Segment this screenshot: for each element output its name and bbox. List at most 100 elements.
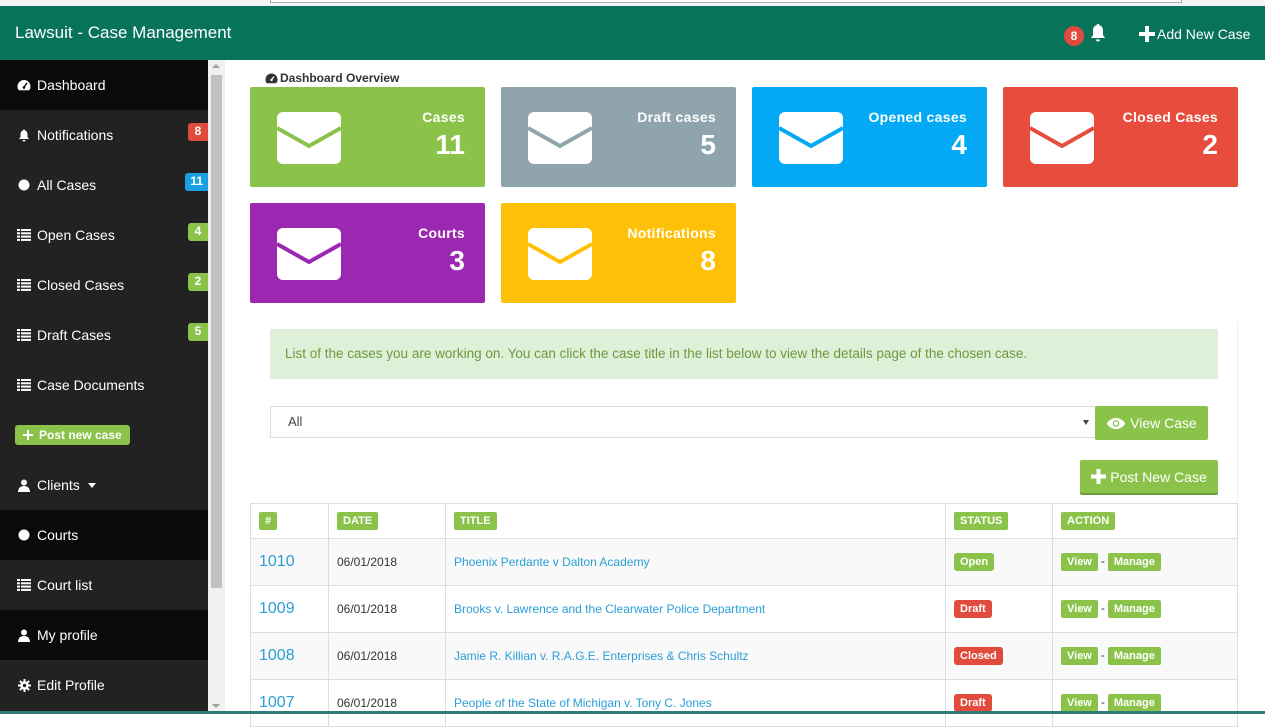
sidebar-item-edit-profile[interactable]: Edit Profile <box>0 660 208 710</box>
sidebar-item-label: Dashboard <box>37 77 106 93</box>
notifications-count-badge: 8 <box>188 123 208 141</box>
sidebar-item-clients[interactable]: Clients <box>0 460 208 510</box>
sidebar-item-label: Court list <box>37 577 93 593</box>
stat-card-value: 8 <box>700 245 716 276</box>
sidebar-scrollbar[interactable] <box>208 60 225 714</box>
case-date: 06/01/2018 <box>337 555 398 569</box>
sidebar-item-label: Draft Cases <box>37 327 111 343</box>
scroll-down-arrow-icon[interactable] <box>212 704 220 708</box>
case-id-link[interactable]: 1010 <box>259 553 295 570</box>
user-icon <box>17 478 31 492</box>
case-title-link[interactable]: People of the State of Michigan v. Tony … <box>454 696 712 710</box>
view-case-button[interactable]: View Case <box>1095 406 1208 440</box>
stat-card-value: 5 <box>700 129 716 160</box>
plus-icon <box>1091 469 1107 484</box>
add-new-case-label: Add New Case <box>1157 26 1251 42</box>
post-new-case-sidebar-button[interactable]: Post new case <box>15 425 130 445</box>
info-alert: List of the cases you are working on. Yo… <box>270 329 1218 379</box>
sidebar-item-courts[interactable]: Courts <box>0 510 208 560</box>
stat-card-draft-cases[interactable]: Draft cases 5 <box>501 87 736 187</box>
status-badge: Draft <box>954 694 992 712</box>
sidebar-item-notifications[interactable]: Notifications 8 <box>0 110 208 160</box>
stat-card-courts[interactable]: Courts 3 <box>250 203 485 303</box>
case-title-cell: Brooks v. Lawrence and the Clearwater Po… <box>445 585 946 633</box>
case-filter-select[interactable]: All <box>270 406 1096 438</box>
bell-icon[interactable] <box>1089 23 1107 43</box>
case-date: 06/01/2018 <box>337 602 398 616</box>
gear-icon <box>17 678 31 692</box>
address-bar[interactable] <box>270 0 1182 3</box>
view-button[interactable]: View <box>1061 694 1098 712</box>
sidebar-item-label: Case Documents <box>37 377 145 393</box>
case-status-cell: Draft <box>945 679 1053 727</box>
sidebar-item-label: Open Cases <box>37 227 115 243</box>
cases-panel: List of the cases you are working on. Yo… <box>250 323 1238 727</box>
list-icon <box>17 228 31 242</box>
sidebar-item-court-list[interactable]: Court list <box>0 560 208 610</box>
scroll-up-arrow-icon[interactable] <box>212 64 220 68</box>
main-content: Dashboard Overview Cases 11 Draft cases 5 Op… <box>225 60 1265 727</box>
sidebar-post-new-case-row: Post new case <box>0 410 208 460</box>
sidebar-item-open-cases[interactable]: Open Cases 4 <box>0 210 208 260</box>
stat-card-cases[interactable]: Cases 11 <box>250 87 485 187</box>
case-title-link[interactable]: Brooks v. Lawrence and the Clearwater Po… <box>454 602 765 616</box>
manage-button[interactable]: Manage <box>1107 647 1161 665</box>
stat-card-closed-cases[interactable]: Closed Cases 2 <box>1003 87 1238 187</box>
open-cases-count-badge: 4 <box>188 223 208 241</box>
case-action-cell: View - Manage <box>1052 538 1238 586</box>
action-separator: - <box>1100 554 1105 568</box>
case-id-link[interactable]: 1007 <box>259 694 295 711</box>
manage-button[interactable]: Manage <box>1107 600 1161 618</box>
sidebar-item-dashboard[interactable]: Dashboard <box>0 60 208 110</box>
stat-card-notifications[interactable]: Notifications 8 <box>501 203 736 303</box>
scrollbar-thumb[interactable] <box>211 75 222 588</box>
sidebar-item-closed-cases[interactable]: Closed Cases 2 <box>0 260 208 310</box>
stat-card-title: Draft cases <box>637 109 716 125</box>
column-header-title[interactable]: TITLE <box>445 503 946 539</box>
app-title[interactable]: Lawsuit - Case Management <box>15 23 231 43</box>
case-filter-selected-value: All <box>288 414 303 429</box>
column-header-action[interactable]: ACTION <box>1052 503 1238 539</box>
manage-button[interactable]: Manage <box>1107 694 1161 712</box>
sidebar-item-my-profile[interactable]: My profile <box>0 610 208 660</box>
dashboard-icon <box>17 78 31 92</box>
column-header-id[interactable]: # <box>250 503 329 539</box>
case-title-link[interactable]: Jamie R. Killian v. R.A.G.E. Enterprises… <box>454 649 749 663</box>
overview-title: Dashboard Overview <box>280 71 400 85</box>
case-status-cell: Open <box>945 538 1053 586</box>
case-title-link[interactable]: Phoenix Perdante v Dalton Academy <box>454 555 649 569</box>
sidebar-item-all-cases[interactable]: All Cases 11 <box>0 160 208 210</box>
view-button[interactable]: View <box>1061 647 1098 665</box>
notification-count-badge[interactable]: 8 <box>1064 26 1084 46</box>
table-row: 1007 06/01/2018 People of the State of Mic… <box>250 679 1238 727</box>
column-header-status[interactable]: STATUS <box>945 503 1053 539</box>
list-icon <box>17 278 31 292</box>
sidebar-item-label: My profile <box>37 627 98 643</box>
view-button[interactable]: View <box>1061 600 1098 618</box>
envelope-icon <box>1030 112 1094 164</box>
stat-card-title: Courts <box>418 225 465 241</box>
case-id-link[interactable]: 1009 <box>259 600 295 617</box>
status-badge: Open <box>954 553 995 571</box>
sidebar-item-draft-cases[interactable]: Draft Cases 5 <box>0 310 208 360</box>
case-date-cell: 06/01/2018 <box>328 632 446 680</box>
case-title-cell: Phoenix Perdante v Dalton Academy <box>445 538 946 586</box>
status-badge: Closed <box>954 647 1003 665</box>
stat-card-opened-cases[interactable]: Opened cases 4 <box>752 87 987 187</box>
manage-button[interactable]: Manage <box>1107 553 1161 571</box>
sidebar: Dashboard Notifications 8 All Cases 11 O… <box>0 60 208 714</box>
envelope-icon <box>528 228 592 280</box>
case-date: 06/01/2018 <box>337 649 398 663</box>
case-date-cell: 06/01/2018 <box>328 538 446 586</box>
case-action-cell: View - Manage <box>1052 679 1238 727</box>
case-title-cell: Jamie R. Killian v. R.A.G.E. Enterprises… <box>445 632 946 680</box>
sidebar-item-case-documents[interactable]: Case Documents <box>0 360 208 410</box>
post-new-case-button[interactable]: Post New Case <box>1080 460 1218 493</box>
column-header-date[interactable]: DATE <box>328 503 446 539</box>
stat-card-title: Cases <box>422 109 465 125</box>
case-date-cell: 06/01/2018 <box>328 585 446 633</box>
view-button[interactable]: View <box>1061 553 1098 571</box>
list-icon <box>17 328 31 342</box>
case-id-link[interactable]: 1008 <box>259 647 295 664</box>
add-new-case-link[interactable]: Add New Case <box>1138 25 1250 43</box>
